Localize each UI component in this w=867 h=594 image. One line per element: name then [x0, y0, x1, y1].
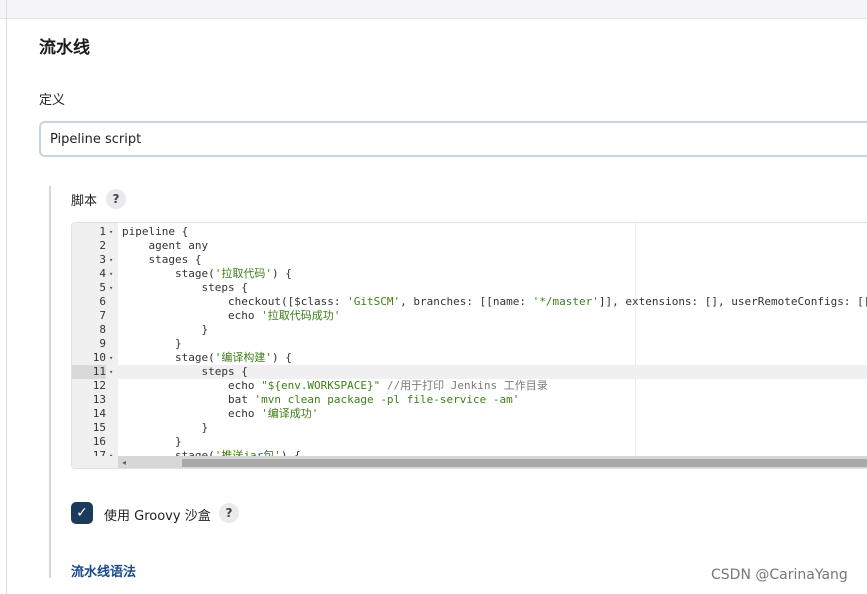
fold-toggle-icon[interactable]: ▾ [109, 253, 117, 267]
csdn-watermark: CSDN @CarinaYang [711, 567, 848, 583]
code-text: stage('编译构建') { [122, 351, 292, 364]
line-number: 7 [99, 309, 106, 322]
line-number: 3 [99, 253, 106, 266]
line-number: 2 [99, 239, 106, 252]
line-number: 15 [92, 421, 106, 434]
line-number: 16 [92, 435, 106, 448]
code-line[interactable]: 3 ▾ stages { [72, 253, 867, 267]
fold-toggle-icon[interactable]: ▾ [109, 351, 117, 365]
definition-select[interactable]: Pipeline script [39, 121, 867, 157]
line-number: 11 [72, 365, 106, 379]
script-help-icon[interactable]: ? [106, 189, 126, 209]
code-text: } [122, 323, 209, 336]
fold-toggle-icon[interactable]: ▾ [109, 365, 117, 379]
code-line[interactable]: 5 ▾ steps { [72, 281, 867, 295]
code-line[interactable]: 15 } [72, 421, 867, 435]
script-editor[interactable]: 1 ▾ pipeline {2 agent any 3 ▾ stages {4 ▾ sta… [71, 222, 867, 469]
scroll-left-icon[interactable]: ◂ [122, 456, 126, 468]
code-text: } [122, 337, 182, 350]
line-number: 9 [99, 337, 106, 350]
code-text: steps { [122, 281, 248, 294]
editor-horizontal-scrollbar[interactable]: ◂ [72, 456, 867, 468]
line-number: 10 [92, 351, 106, 364]
sandbox-help-icon[interactable]: ? [219, 503, 239, 523]
code-line[interactable]: 14 echo '编译成功' [72, 407, 867, 421]
groovy-sandbox-label: 使用 Groovy 沙盒 [104, 509, 211, 524]
code-line[interactable]: 11 ▾ steps { [72, 365, 867, 379]
section-title: 流水线 [39, 38, 90, 58]
code-text: } [122, 435, 182, 448]
script-label: 脚本 [71, 194, 98, 209]
code-line[interactable]: 4 ▾ stage('拉取代码') { [72, 267, 867, 281]
definition-label: 定义 [39, 93, 66, 108]
fold-toggle-icon[interactable]: ▾ [109, 267, 117, 281]
code-line[interactable]: 12 echo "${env.WORKSPACE}" //用于打印 Jenkin… [72, 379, 867, 393]
code-text: checkout([$class: 'GitSCM', branches: [[… [122, 295, 867, 308]
code-line[interactable]: 10 ▾ stage('编译构建') { [72, 351, 867, 365]
line-number: 14 [92, 407, 106, 420]
code-line[interactable]: 16 } [72, 435, 867, 449]
code-text: echo "${env.WORKSPACE}" //用于打印 Jenkins 工… [122, 379, 548, 392]
code-text: agent any [122, 239, 209, 252]
line-number: 12 [92, 379, 106, 392]
code-text: } [122, 421, 209, 434]
jenkins-pipeline-config: 流水线 定义 Pipeline script 脚本 ? 1 ▾ pipeline {… [0, 0, 867, 594]
line-number: 6 [99, 295, 106, 308]
left-border [6, 0, 7, 594]
line-number: 1 [99, 225, 106, 238]
definition-select-value: Pipeline script [50, 132, 142, 147]
code-line[interactable]: 1 ▾ pipeline { [72, 225, 867, 239]
line-number: 13 [92, 393, 106, 406]
pipeline-syntax-link[interactable]: 流水线语法 [71, 561, 136, 580]
line-number: 8 [99, 323, 106, 336]
code-text: stages { [122, 253, 202, 266]
code-line[interactable]: 2 agent any [72, 239, 867, 253]
line-number: 4 [99, 267, 106, 280]
code-line[interactable]: 6 checkout([$class: 'GitSCM', branches: … [72, 295, 867, 309]
code-text: bat 'mvn clean package -pl file-service … [122, 393, 520, 406]
groovy-sandbox-checkbox[interactable]: ✓ [71, 502, 93, 524]
fold-toggle-icon[interactable]: ▾ [109, 281, 117, 295]
code-line[interactable]: 7 echo '拉取代码成功' [72, 309, 867, 323]
fold-toggle-icon[interactable]: ▾ [109, 225, 117, 239]
code-text: echo '编译成功' [122, 407, 319, 420]
code-text: pipeline { [122, 225, 189, 238]
code-line[interactable]: 8 } [72, 323, 867, 337]
line-number: 5 [99, 281, 106, 294]
code-line[interactable]: 9 } [72, 337, 867, 351]
top-band [0, 0, 867, 19]
code-text: steps { [122, 365, 248, 378]
code-line[interactable]: 13 bat 'mvn clean package -pl file-servi… [72, 393, 867, 407]
scrollbar-thumb[interactable] [182, 459, 867, 467]
scrollbar-track [118, 456, 867, 468]
code-text: stage('拉取代码') { [122, 267, 292, 280]
code-text: echo '拉取代码成功' [122, 309, 341, 322]
nested-section-rule [49, 186, 51, 578]
